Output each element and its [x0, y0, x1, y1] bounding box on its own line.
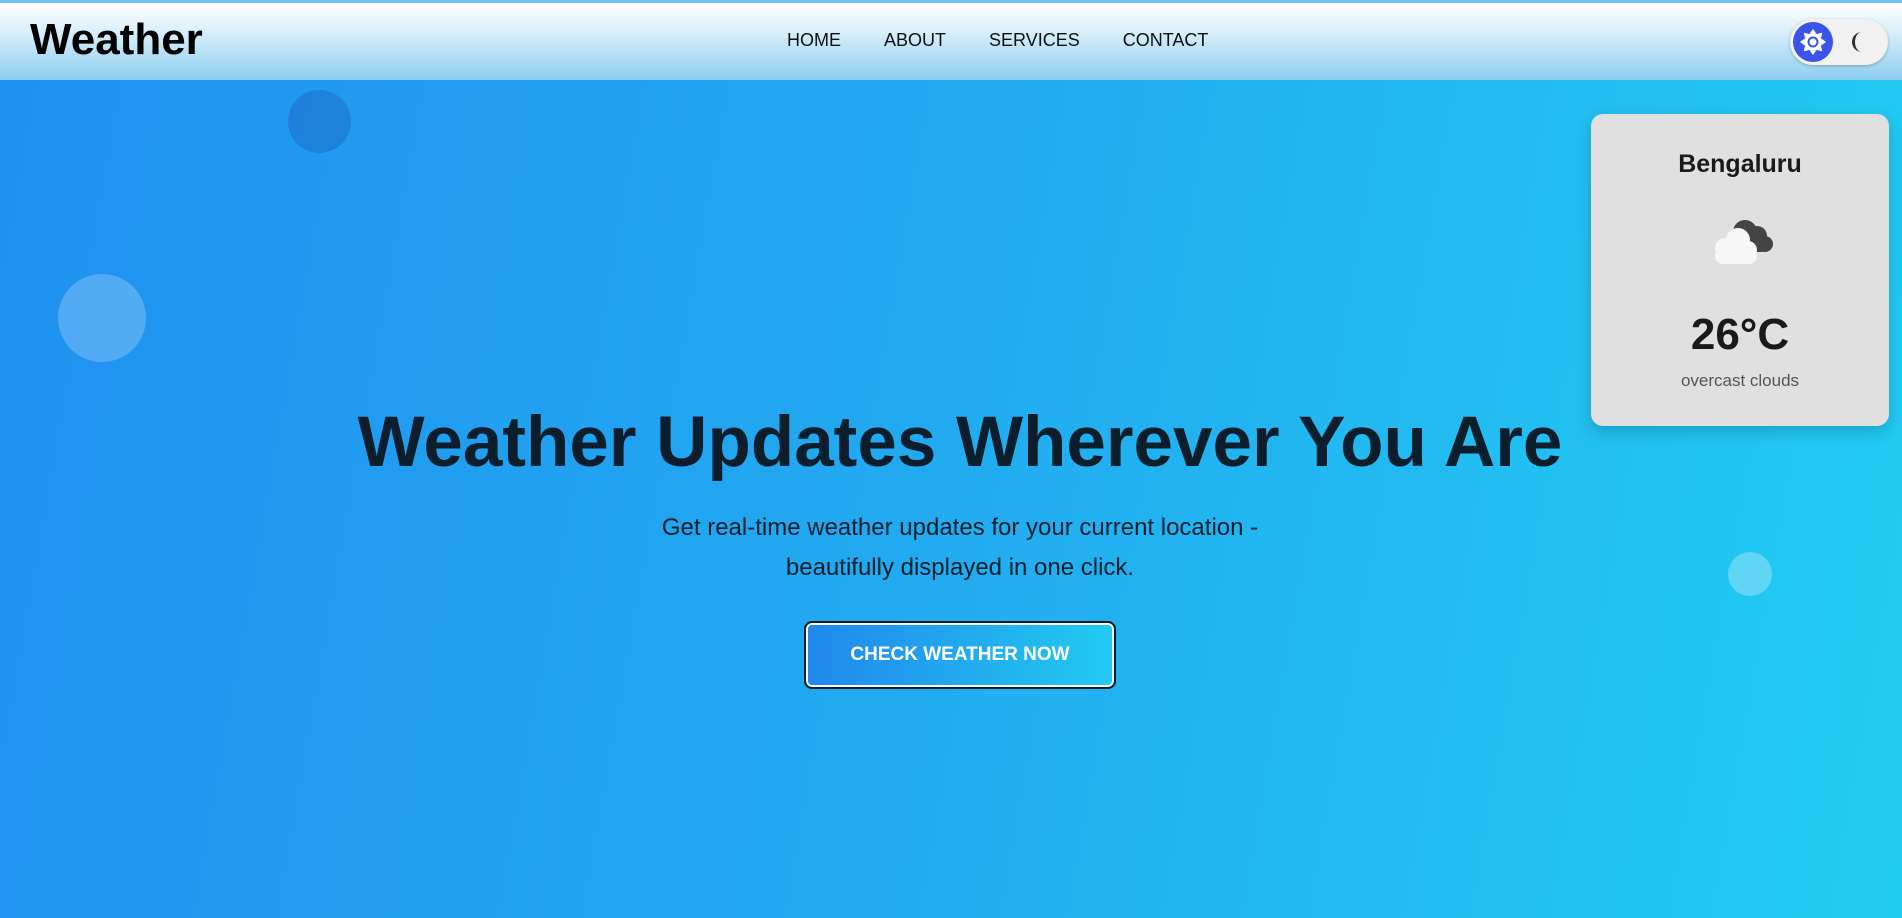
- overcast-clouds-icon: [1715, 220, 1773, 264]
- check-weather-button[interactable]: CHECK WEATHER NOW: [804, 621, 1116, 689]
- nav-links: HOME ABOUT SERVICES CONTACT: [787, 30, 1251, 51]
- moon-icon: [1852, 32, 1862, 52]
- hero-subtitle: Get real-time weather updates for your c…: [0, 508, 1902, 588]
- nav-link-about[interactable]: ABOUT: [884, 30, 946, 51]
- decor-bubble-dark: [288, 90, 351, 153]
- weather-city: Bengaluru: [1678, 150, 1802, 178]
- nav-link-contact[interactable]: CONTACT: [1123, 30, 1209, 51]
- brand-logo[interactable]: Weather: [30, 15, 203, 65]
- nav-link-services[interactable]: SERVICES: [989, 30, 1080, 51]
- navbar: Weather HOME ABOUT SERVICES CONTACT: [0, 0, 1902, 80]
- weather-description: overcast clouds: [1680, 371, 1800, 390]
- hero-subtitle-line-1: Get real-time weather updates for your c…: [661, 514, 1259, 541]
- weather-card: Bengaluru 26°C overcast clouds: [1591, 114, 1889, 426]
- hero-subtitle-line-2: beautifully displayed in one click.: [785, 554, 1135, 581]
- nav-link-home[interactable]: HOME: [787, 30, 841, 51]
- theme-toggle[interactable]: [1790, 19, 1888, 65]
- sun-icon: [1800, 29, 1826, 55]
- toggle-knob[interactable]: [1793, 22, 1833, 62]
- weather-temperature: 26°C: [1690, 310, 1790, 359]
- decor-bubble-light: [58, 274, 146, 362]
- page: Weather HOME ABOUT SERVICES CONTACT Weat…: [0, 0, 1902, 918]
